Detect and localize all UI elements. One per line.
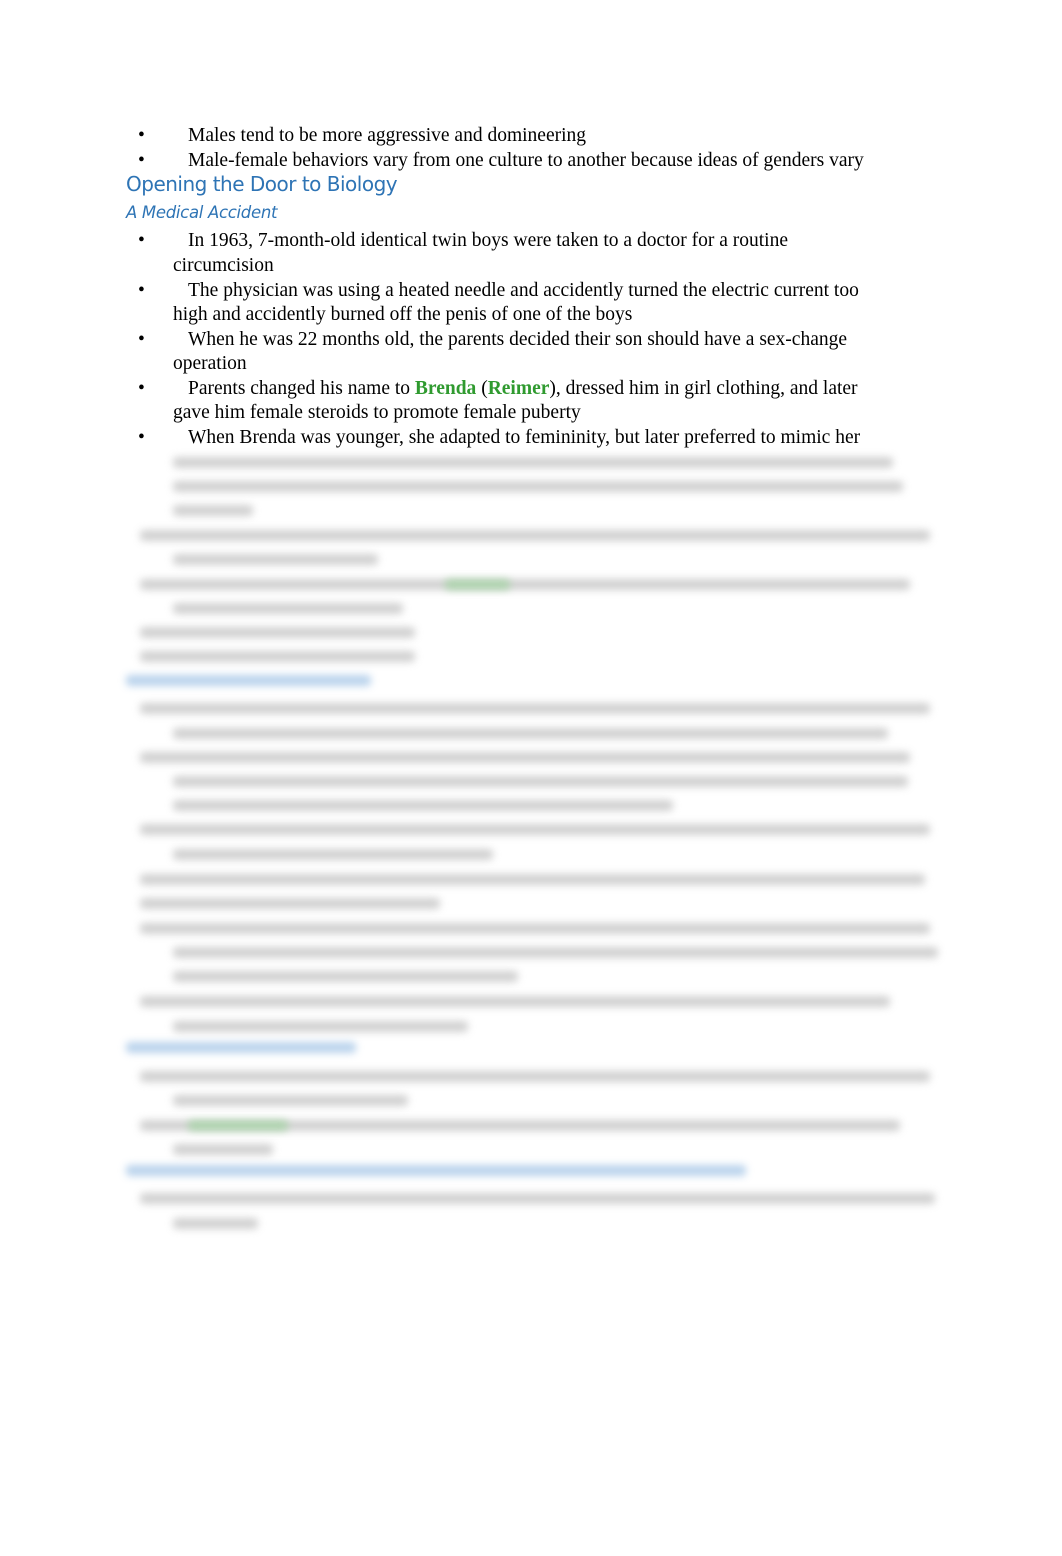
- text: ), dressed him in girl clothing, and lat…: [549, 378, 858, 399]
- bullet-text: In 1963, 7-month-old identical twin boys…: [188, 230, 789, 251]
- bullet-icon: •: [138, 427, 145, 448]
- section-heading: Opening the Door to Biology: [126, 172, 398, 196]
- bullet-text: circumcision: [173, 255, 274, 276]
- bullet-icon: •: [138, 329, 145, 350]
- highlight-name: Reimer: [487, 378, 550, 399]
- bullet-icon: •: [138, 280, 145, 301]
- text: Parents changed his name to: [188, 378, 415, 399]
- bullet-text: Males tend to be more aggressive and dom…: [188, 125, 587, 146]
- bullet-text: high and accidently burned off the penis…: [173, 304, 633, 325]
- bullet-text: operation: [173, 353, 247, 374]
- bullet-icon: •: [138, 230, 145, 251]
- bullet-text: gave him female steroids to promote fema…: [173, 402, 581, 423]
- bullet-icon: •: [138, 125, 145, 146]
- bullet-text: Male-female behaviors vary from one cult…: [188, 150, 864, 171]
- text: (: [476, 378, 488, 399]
- bullet-text: When Brenda was younger, she adapted to …: [188, 427, 861, 448]
- subsection-heading: A Medical Accident: [126, 203, 278, 222]
- bullet-text: The physician was using a heated needle …: [188, 280, 859, 301]
- bullet-text: When he was 22 months old, the parents d…: [188, 329, 848, 350]
- bullet-icon: •: [138, 378, 145, 399]
- highlight-name: Brenda: [414, 378, 477, 399]
- bullet-text: Parents changed his name to Brenda (Reim…: [188, 377, 858, 401]
- bullet-icon: •: [138, 150, 145, 171]
